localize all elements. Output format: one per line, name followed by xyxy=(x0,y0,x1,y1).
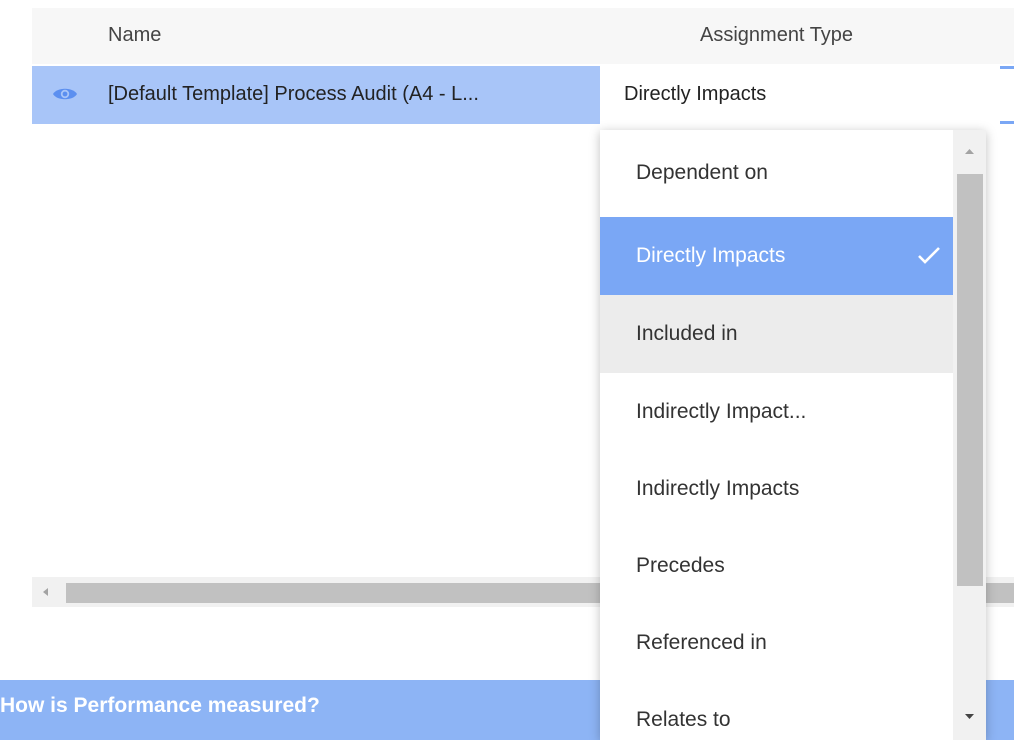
row-assignment-type-value[interactable]: Directly Impacts xyxy=(624,83,766,106)
column-header-assignment-type[interactable]: Assignment Type xyxy=(700,24,853,47)
option-label: Precedes xyxy=(636,554,725,577)
option-label: Referenced in xyxy=(636,631,767,654)
option-label: Indirectly Impacts xyxy=(636,477,800,500)
dropdown-option-directly-impacts[interactable]: Directly Impacts xyxy=(600,217,953,295)
column-header-name[interactable]: Name xyxy=(108,24,161,47)
option-label: Relates to xyxy=(636,708,731,731)
dropdown-option-included-in[interactable]: Included in xyxy=(600,295,953,373)
page: Name Assignment Type [Default Template] … xyxy=(0,0,1014,740)
assignment-type-dropdown: Dependent on Directly Impacts Included i… xyxy=(600,130,986,740)
dropdown-option-dependent-on[interactable]: Dependent on xyxy=(600,134,953,212)
table-header xyxy=(32,8,1014,64)
arrow-up-icon[interactable] xyxy=(953,140,986,160)
vertical-scrollbar-thumb[interactable] xyxy=(957,174,983,586)
dropdown-option-indirectly-impacts[interactable]: Indirectly Impacts xyxy=(600,450,953,528)
check-icon xyxy=(917,245,941,265)
option-label: Dependent on xyxy=(636,161,768,184)
row-edge xyxy=(1000,66,1014,124)
option-label: Indirectly Impact... xyxy=(636,400,807,423)
option-label: Directly Impacts xyxy=(636,244,786,267)
option-label: Included in xyxy=(636,322,738,345)
eye-icon[interactable] xyxy=(52,85,78,103)
section-title: How is Performance measured? xyxy=(0,694,320,717)
dropdown-option-referenced-in[interactable]: Referenced in xyxy=(600,604,953,682)
dropdown-option-precedes[interactable]: Precedes xyxy=(600,527,953,605)
row-name-cell: [Default Template] Process Audit (A4 - L… xyxy=(108,83,479,105)
dropdown-option-indirectly-impact-truncated[interactable]: Indirectly Impact... xyxy=(600,373,953,451)
dropdown-option-relates-to[interactable]: Relates to xyxy=(600,681,953,740)
arrow-left-icon[interactable] xyxy=(32,577,62,607)
arrow-down-icon[interactable] xyxy=(953,708,986,728)
